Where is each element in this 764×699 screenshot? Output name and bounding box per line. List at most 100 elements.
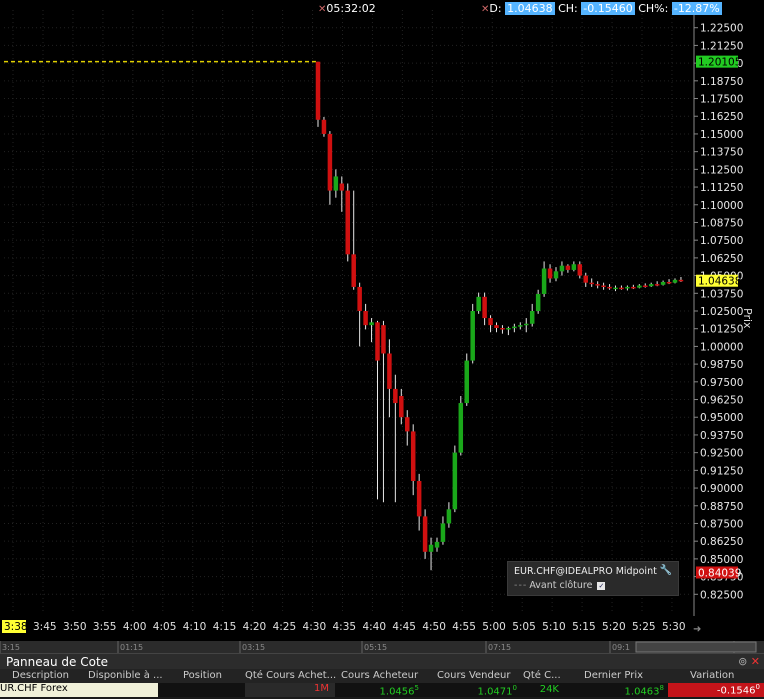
y-tick-label: 1.21250	[700, 40, 743, 52]
candle-body[interactable]	[405, 417, 410, 432]
wrench-icon[interactable]: 🔧	[660, 565, 672, 576]
candle-body[interactable]	[666, 281, 672, 284]
candle-body[interactable]	[553, 271, 559, 279]
candle-body[interactable]	[428, 544, 434, 552]
timeline-selection-handle[interactable]	[635, 641, 757, 653]
candle-body[interactable]	[458, 403, 464, 453]
candle-body[interactable]	[464, 360, 470, 404]
col-last[interactable]: Dernier Prix	[584, 670, 643, 681]
candle-body[interactable]	[357, 286, 362, 311]
candle-body[interactable]	[654, 284, 660, 286]
candle-body[interactable]	[345, 190, 351, 255]
timeline-ruler[interactable]: 3:1501:1503:1505:1507:1509:111:1	[0, 641, 764, 653]
d-value: 1.04638	[505, 2, 555, 15]
candle-body[interactable]	[321, 119, 327, 134]
candle-body[interactable]	[660, 281, 666, 285]
candle-body[interactable]	[583, 275, 589, 283]
candle-body[interactable]	[434, 541, 440, 548]
candle-body[interactable]	[422, 516, 428, 552]
candle-body[interactable]	[440, 523, 446, 542]
row-qte-achat-text: 1M	[314, 683, 329, 694]
x-tick-label: 4:20	[243, 621, 267, 633]
x-tick-label: 5:05	[512, 621, 536, 633]
navigator-timeline[interactable]: 3:1501:1503:1505:1507:1509:111:1	[0, 641, 764, 653]
candle-body[interactable]	[488, 318, 493, 326]
candle-body[interactable]	[494, 325, 499, 328]
settings-icon[interactable]: ⊚	[738, 655, 747, 668]
legend-prior-close-row[interactable]: - - - Avant clôture ✓	[514, 580, 606, 591]
candle-body[interactable]	[678, 279, 684, 282]
close-icon[interactable]: ✕	[751, 655, 760, 668]
y-tick-label: 1.22500	[700, 23, 743, 35]
y-tick-label: 1.08750	[700, 217, 743, 229]
candle-body[interactable]	[637, 285, 642, 288]
candle-body[interactable]	[589, 282, 594, 285]
candle-body[interactable]	[375, 322, 380, 361]
col-variation[interactable]: Variation	[690, 670, 734, 681]
candle-body[interactable]	[595, 284, 600, 286]
x-tick-label: 5:25	[632, 621, 656, 633]
candle-body[interactable]	[524, 323, 529, 326]
candle-body[interactable]	[363, 311, 368, 326]
candle-body[interactable]	[393, 388, 398, 404]
candle-body[interactable]	[512, 326, 517, 329]
candle-body[interactable]	[416, 480, 422, 517]
candle-body[interactable]	[339, 183, 345, 191]
table-row[interactable]: UR.CHF Forex 1M 1.04565 1.04710 24K 1.04…	[0, 683, 764, 697]
candle-body[interactable]	[500, 327, 505, 330]
col-description[interactable]: Description	[12, 670, 69, 681]
candle-body[interactable]	[541, 268, 547, 295]
y-tick-label: 0.95000	[700, 412, 743, 424]
row-description[interactable]: UR.CHF Forex	[0, 683, 158, 697]
candle-body[interactable]	[577, 264, 583, 276]
candle-body[interactable]	[327, 133, 333, 191]
col-bid[interactable]: Cours Acheteur	[341, 670, 418, 681]
candle-body[interactable]	[559, 265, 565, 272]
y-tick-label: 1.16250	[700, 111, 743, 123]
candle-body[interactable]	[351, 254, 356, 287]
candle-body[interactable]	[535, 294, 541, 311]
candle-body[interactable]	[625, 286, 630, 289]
candle-body[interactable]	[672, 279, 678, 283]
candle-body[interactable]	[482, 296, 487, 319]
chart-area[interactable]: 1.225001.212501.200001.187501.175001.162…	[0, 0, 764, 641]
scroll-right-icon[interactable]: ➜	[693, 624, 701, 635]
candle-body[interactable]	[452, 452, 458, 510]
candle-body[interactable]	[518, 325, 523, 327]
candle-body[interactable]	[470, 311, 475, 361]
candle-body[interactable]	[547, 268, 553, 279]
col-qte-achat[interactable]: Qté Cours Achet...	[245, 670, 336, 681]
candle-body[interactable]	[369, 322, 374, 326]
col-disponible[interactable]: Disponible à ...	[88, 670, 163, 681]
candle-body[interactable]	[529, 311, 535, 324]
col-qte-vente[interactable]: Qté C...	[523, 670, 561, 681]
candle-body[interactable]	[446, 509, 452, 524]
candle-body[interactable]	[565, 265, 571, 270]
quote-summary: ✕D: 1.04638 CH: -0.15460 CH%: -12.87%	[481, 2, 722, 15]
candle-body[interactable]	[643, 285, 648, 288]
candle-body[interactable]	[631, 286, 636, 289]
candle-body[interactable]	[613, 287, 618, 290]
candle-body[interactable]	[476, 296, 481, 311]
candle-body[interactable]	[601, 285, 606, 288]
candle-body[interactable]	[315, 61, 321, 120]
candle-body[interactable]	[381, 325, 386, 354]
y-tick-label: 1.11250	[700, 182, 743, 194]
candle-body[interactable]	[399, 395, 404, 418]
candle-body[interactable]	[333, 176, 339, 191]
candle-body[interactable]	[410, 431, 416, 481]
col-ask[interactable]: Cours Vendeur	[437, 670, 510, 681]
col-position[interactable]: Position	[183, 670, 222, 681]
x-tick-label: 5:15	[572, 621, 596, 633]
candle-body[interactable]	[571, 264, 577, 270]
checkbox-icon[interactable]: ✓	[597, 582, 606, 590]
candle-body[interactable]	[648, 284, 654, 287]
chart-legend[interactable]: EUR.CHF@IDEALPRO Midpoint 🔧 - - - Avant c…	[507, 561, 679, 596]
candle-body[interactable]	[607, 286, 612, 289]
candle-body[interactable]	[506, 327, 511, 330]
candle-body[interactable]	[619, 287, 624, 290]
candlestick-chart[interactable]: 1.225001.212501.200001.187501.175001.162…	[0, 0, 764, 641]
candle-body[interactable]	[387, 353, 392, 389]
row-last: 1.04638	[584, 684, 664, 697]
column-headers: Description Disponible à ... Position Qt…	[0, 669, 764, 683]
